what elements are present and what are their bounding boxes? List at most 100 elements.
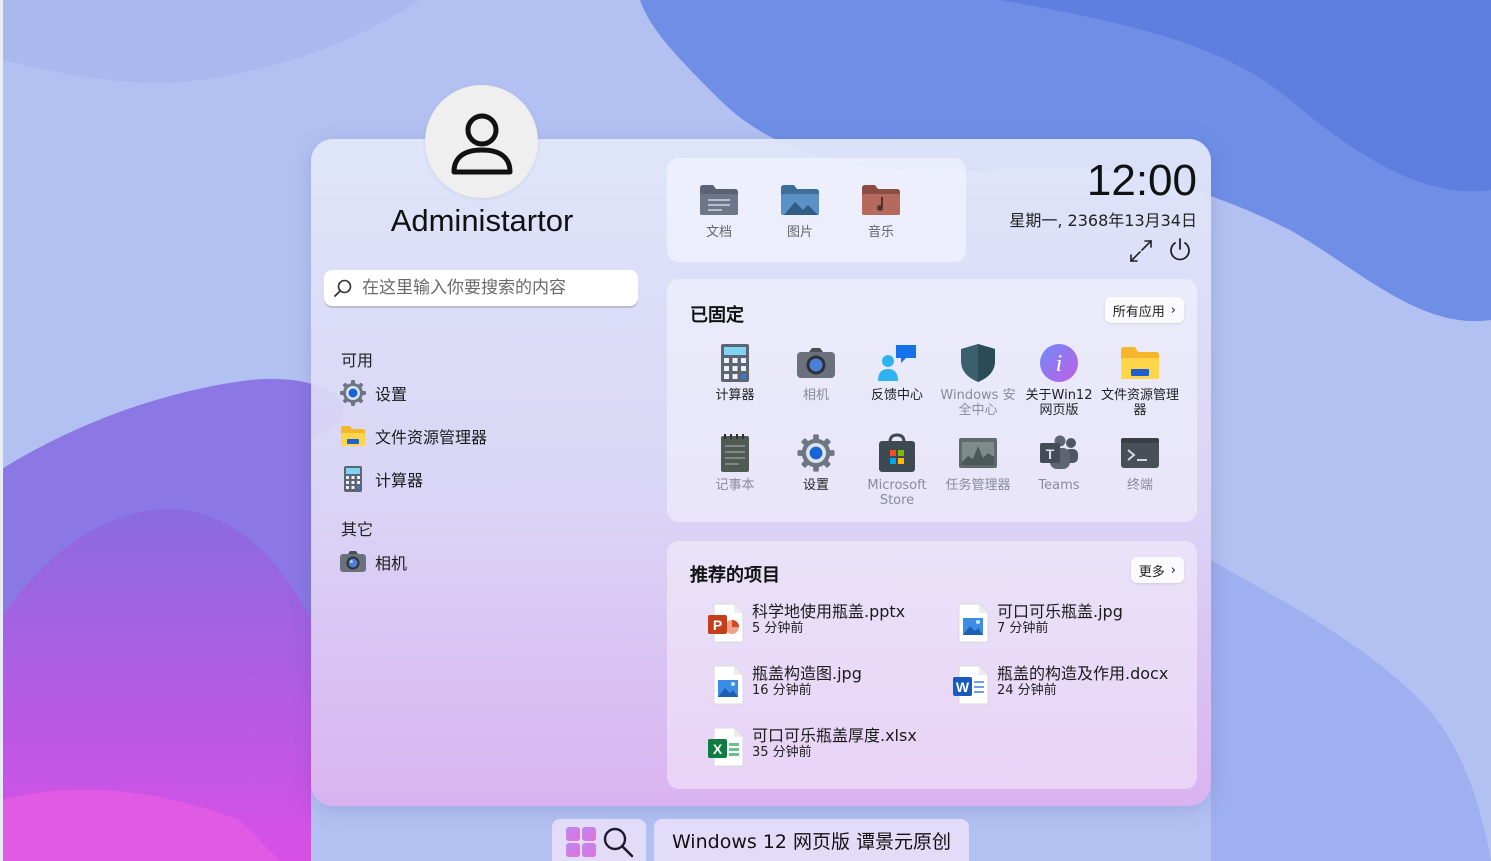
pinned-app-label: 文件资源管理器 bbox=[1101, 388, 1180, 418]
recommended-item-time: 24 分钟前 bbox=[997, 683, 1057, 698]
documents-folder-icon bbox=[700, 185, 738, 215]
image-file-icon bbox=[708, 665, 744, 705]
recommended-panel: 推荐的项目 更多 › P 科学地使用瓶盖.pptx 5 分钟前 可口可乐瓶盖.j… bbox=[667, 541, 1197, 789]
available-section-label: 可用 bbox=[341, 351, 374, 370]
pinned-app-windows-security[interactable]: Windows 安全中心 bbox=[939, 342, 1017, 418]
recommended-item-time: 35 分钟前 bbox=[752, 745, 812, 760]
pinned-app-label: 记事本 bbox=[715, 478, 755, 493]
pinned-app-terminal[interactable]: 终端 bbox=[1101, 432, 1179, 493]
list-item-file-explorer[interactable]: 文件资源管理器 bbox=[339, 420, 487, 452]
pictures-folder-icon bbox=[781, 185, 819, 215]
gear-icon bbox=[795, 432, 837, 474]
pinned-panel: 已固定 所有应用 › 计算器 相机 反馈中心 Windows 安全中心 i 关于… bbox=[667, 279, 1197, 522]
pinned-app-teams[interactable]: T Teams bbox=[1020, 432, 1098, 493]
recommended-item-time: 7 分钟前 bbox=[997, 621, 1049, 636]
list-item-settings[interactable]: 设置 bbox=[339, 377, 407, 409]
pinned-app-label: 设置 bbox=[802, 478, 829, 493]
pinned-app-label: Microsoft Store bbox=[867, 478, 927, 508]
folder-label: 文档 bbox=[705, 225, 732, 240]
pinned-app-camera[interactable]: 相机 bbox=[777, 342, 855, 403]
gear-icon bbox=[339, 379, 367, 407]
calculator-icon bbox=[714, 342, 756, 384]
pinned-app-file-explorer[interactable]: 文件资源管理器 bbox=[1101, 342, 1179, 418]
image-file-icon bbox=[953, 603, 989, 643]
recommended-item-time: 16 分钟前 bbox=[752, 683, 812, 698]
pinned-app-task-manager[interactable]: 任务管理器 bbox=[939, 432, 1017, 493]
calculator-icon bbox=[339, 465, 367, 493]
taskbar-app-title[interactable]: Windows 12 网页版 谭景元原创 bbox=[654, 819, 969, 861]
quick-folders: 文档 图片 音乐 bbox=[667, 158, 966, 262]
recommended-item[interactable]: X 可口可乐瓶盖厚度.xlsx 35 分钟前 bbox=[708, 727, 917, 767]
documents-folder[interactable]: 文档 bbox=[689, 183, 749, 240]
pinned-app-microsoft-store[interactable]: Microsoft Store bbox=[858, 432, 936, 508]
folder-label: 图片 bbox=[786, 225, 813, 240]
pinned-app-about[interactable]: i 关于Win12网页版 bbox=[1020, 342, 1098, 418]
pinned-app-settings[interactable]: 设置 bbox=[777, 432, 855, 493]
recommended-item-name: 可口可乐瓶盖.jpg bbox=[997, 602, 1123, 621]
pinned-app-label: 相机 bbox=[802, 388, 829, 403]
expand-icon[interactable] bbox=[1128, 238, 1154, 264]
pinned-app-label: 任务管理器 bbox=[945, 478, 1011, 493]
more-label: 更多 bbox=[1138, 564, 1165, 580]
store-icon bbox=[876, 432, 918, 474]
pinned-app-feedback-hub[interactable]: 反馈中心 bbox=[858, 342, 936, 403]
all-apps-label: 所有应用 bbox=[1112, 304, 1165, 320]
folder-icon bbox=[339, 422, 367, 450]
task-manager-icon bbox=[957, 432, 999, 474]
svg-text:W: W bbox=[956, 679, 970, 695]
chevron-right-icon: › bbox=[1170, 562, 1176, 578]
feedback-hub-icon bbox=[876, 342, 918, 384]
windows-logo-icon[interactable] bbox=[565, 826, 597, 858]
recommended-title: 推荐的项目 bbox=[690, 565, 780, 586]
power-icon[interactable] bbox=[1166, 236, 1194, 264]
recommended-item-time: 5 分钟前 bbox=[752, 621, 804, 636]
word-icon: W bbox=[953, 665, 989, 705]
pinned-app-notepad[interactable]: 记事本 bbox=[696, 432, 774, 493]
recommended-item-name: 科学地使用瓶盖.pptx bbox=[752, 602, 906, 621]
folder-label: 音乐 bbox=[867, 225, 894, 240]
pinned-app-label: Windows 安全中心 bbox=[940, 388, 1016, 418]
recommended-item[interactable]: 可口可乐瓶盖.jpg 7 分钟前 bbox=[953, 603, 1123, 643]
powerpoint-icon: P bbox=[708, 603, 744, 643]
user-avatar[interactable] bbox=[425, 85, 538, 198]
info-icon: i bbox=[1038, 342, 1080, 384]
teams-icon: T bbox=[1038, 432, 1080, 474]
search-icon bbox=[334, 279, 352, 297]
terminal-icon bbox=[1119, 432, 1161, 474]
camera-icon bbox=[339, 548, 367, 576]
music-folder[interactable]: 音乐 bbox=[851, 183, 911, 240]
window-edge bbox=[0, 0, 3, 861]
others-section-label: 其它 bbox=[341, 520, 374, 539]
pinned-title: 已固定 bbox=[690, 305, 744, 326]
svg-text:P: P bbox=[713, 617, 722, 633]
pinned-app-calculator[interactable]: 计算器 bbox=[696, 342, 774, 403]
clock-time: 12:00 bbox=[1086, 156, 1197, 205]
svg-text:i: i bbox=[1056, 351, 1063, 377]
more-button[interactable]: 更多 › bbox=[1130, 557, 1184, 583]
shield-icon bbox=[957, 342, 999, 384]
folder-icon bbox=[1119, 342, 1161, 384]
pictures-folder[interactable]: 图片 bbox=[770, 183, 830, 240]
pinned-app-label: 终端 bbox=[1126, 478, 1153, 493]
recommended-item[interactable]: W 瓶盖的构造及作用.docx 24 分钟前 bbox=[953, 665, 1168, 705]
list-item-label: 相机 bbox=[375, 554, 408, 573]
chevron-right-icon: › bbox=[1170, 302, 1176, 318]
recommended-item[interactable]: P 科学地使用瓶盖.pptx 5 分钟前 bbox=[708, 603, 905, 643]
user-icon bbox=[451, 113, 512, 174]
notepad-icon bbox=[714, 432, 756, 474]
list-item-camera[interactable]: 相机 bbox=[339, 546, 407, 578]
recommended-item[interactable]: 瓶盖构造图.jpg 16 分钟前 bbox=[708, 665, 862, 705]
list-item-label: 设置 bbox=[375, 385, 408, 404]
recommended-item-name: 瓶盖构造图.jpg bbox=[752, 664, 862, 683]
search-icon[interactable] bbox=[602, 826, 634, 858]
recommended-item-name: 瓶盖的构造及作用.docx bbox=[997, 664, 1169, 683]
taskbar-start-group bbox=[552, 819, 646, 861]
recommended-item-name: 可口可乐瓶盖厚度.xlsx bbox=[752, 726, 917, 745]
all-apps-button[interactable]: 所有应用 › bbox=[1104, 297, 1184, 323]
search-box[interactable] bbox=[324, 270, 638, 306]
search-input[interactable] bbox=[360, 277, 634, 299]
pinned-app-label: 计算器 bbox=[715, 388, 755, 403]
list-item-calculator[interactable]: 计算器 bbox=[339, 463, 423, 495]
svg-text:X: X bbox=[713, 741, 723, 757]
pinned-app-label: 关于Win12网页版 bbox=[1025, 388, 1093, 418]
